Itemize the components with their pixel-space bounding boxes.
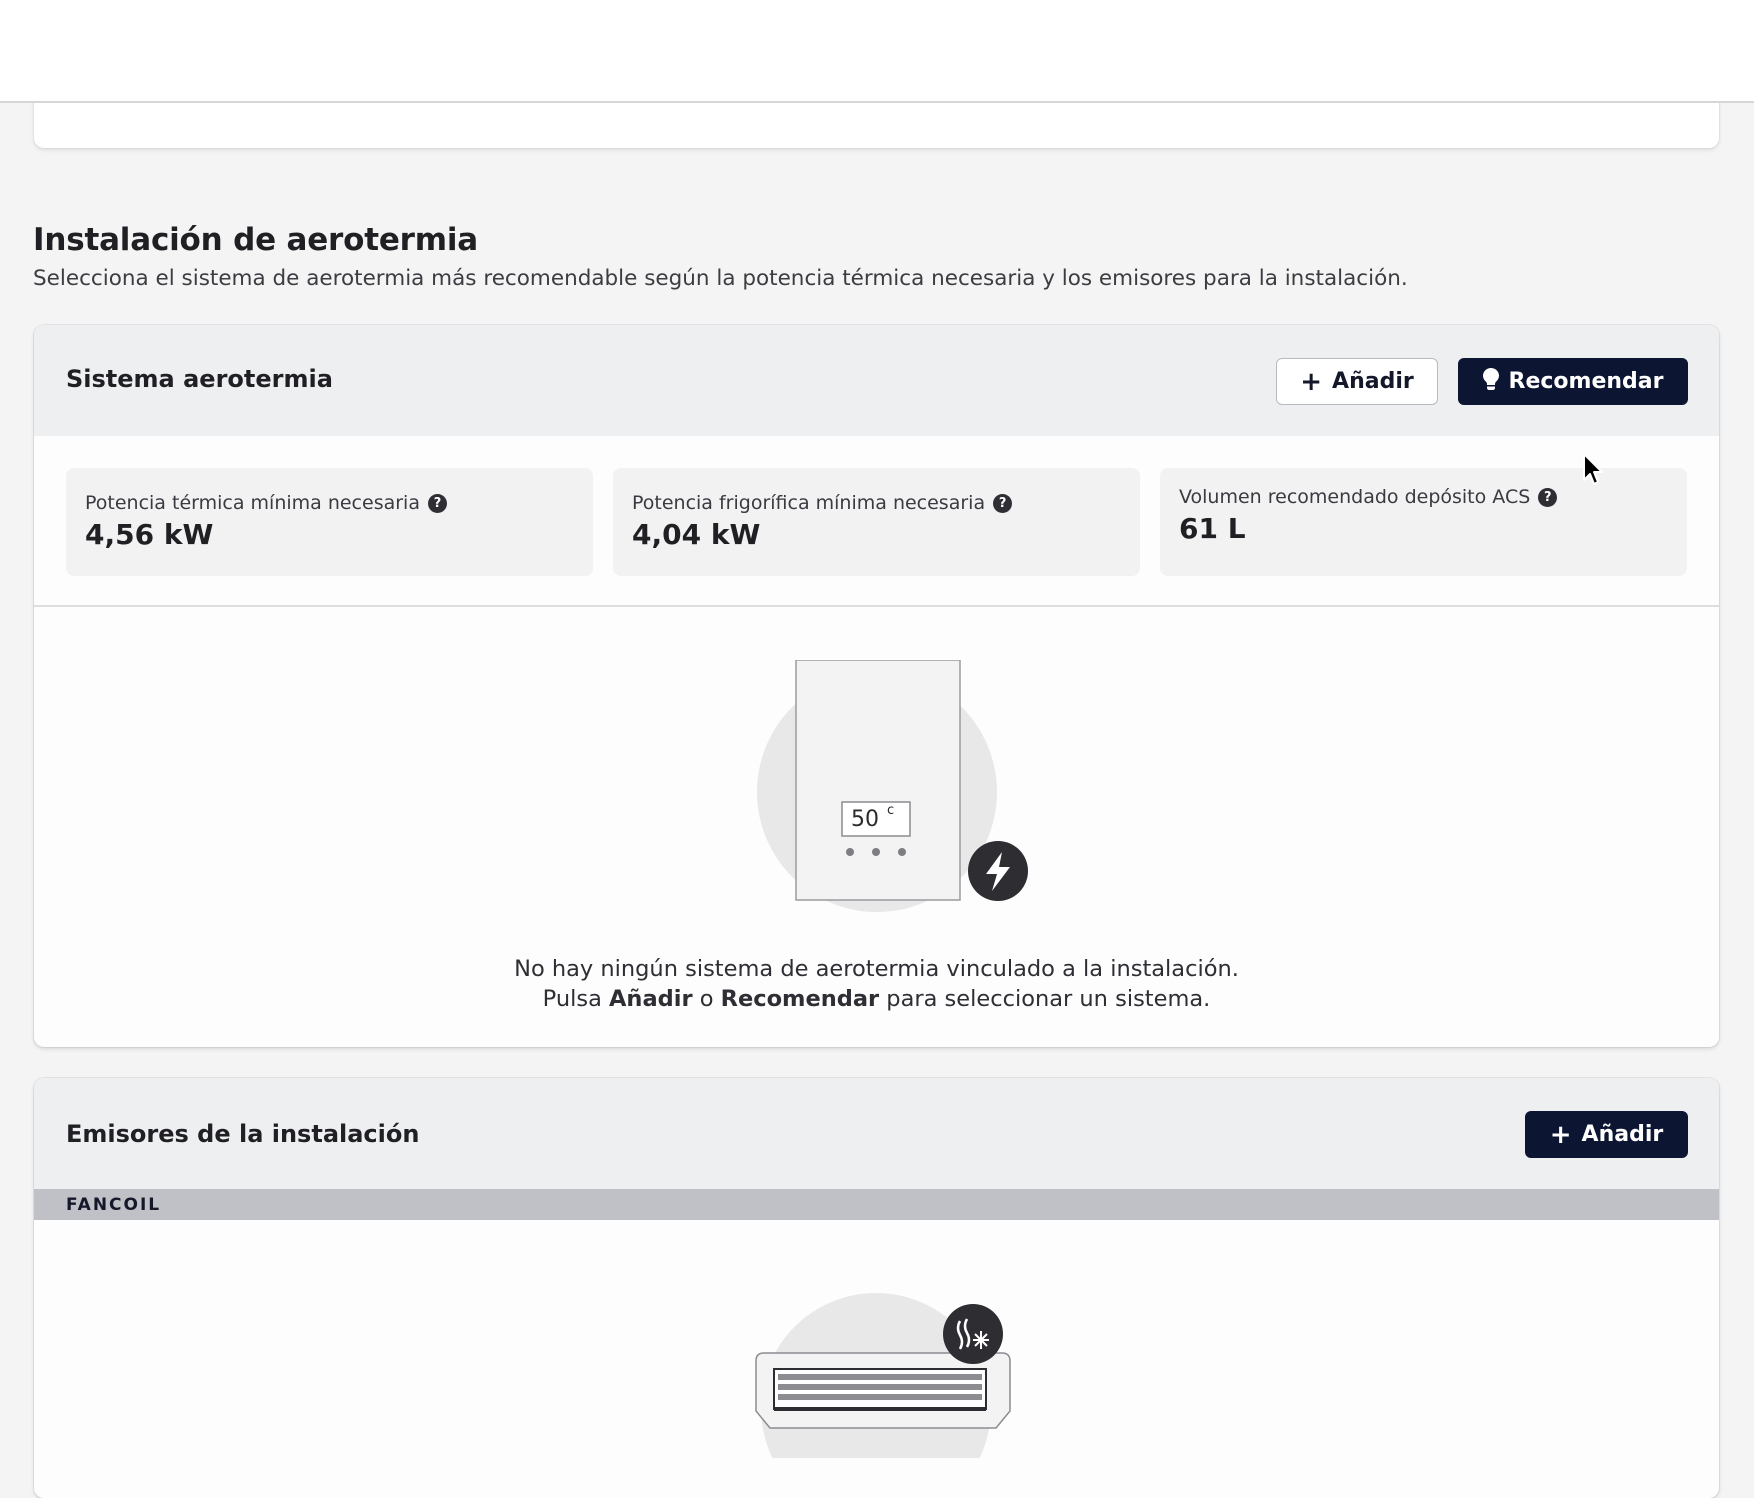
add-emitter-label: Añadir — [1581, 1122, 1664, 1147]
emisores-card-header: Emisores de la instalación + Añadir — [34, 1078, 1719, 1189]
recommend-label: Recomendar — [1508, 369, 1664, 394]
empty-or: o — [699, 986, 714, 1012]
stat-label-wrap: Potencia térmica mínima necesaria ? — [85, 492, 447, 514]
stat-label: Volumen recomendado depósito ACS — [1179, 486, 1531, 508]
stat-label: Potencia frigorífica mínima necesaria — [632, 492, 986, 514]
stat-potencia-frigorifica: Potencia frigorífica mínima necesaria ? … — [613, 468, 1140, 576]
help-icon[interactable]: ? — [1538, 487, 1558, 507]
plus-icon: + — [1549, 1119, 1572, 1150]
empty-add-emphasis: Añadir — [609, 986, 693, 1012]
sistema-card-title: Sistema aerotermia — [66, 365, 333, 393]
lightbulb-icon — [1482, 367, 1499, 396]
stat-value: 4,04 kW — [632, 518, 761, 551]
stat-volumen-acs: Volumen recomendado depósito ACS ? 61 L — [1160, 468, 1687, 576]
sistema-card-header: Sistema aerotermia + Añadir Recomendar — [34, 325, 1719, 436]
stats-row: Potencia térmica mínima necesaria ? 4,56… — [34, 436, 1719, 607]
stat-label-wrap: Potencia frigorífica mínima necesaria ? — [632, 492, 1013, 514]
display-unit: c — [887, 803, 895, 818]
empty-suffix: para seleccionar un sistema. — [886, 986, 1211, 1012]
empty-line-1: No hay ningún sistema de aerotermia vinc… — [514, 956, 1239, 982]
fancoil-group-header: FANCOIL — [34, 1189, 1719, 1220]
empty-line-2: Pulsa Añadir o Recomendar para seleccion… — [34, 984, 1719, 1014]
empty-prefix: Pulsa — [542, 986, 602, 1012]
stat-value: 4,56 kW — [85, 518, 214, 551]
top-bar — [0, 0, 1754, 103]
stat-potencia-termica: Potencia térmica mínima necesaria ? 4,56… — [66, 468, 593, 576]
mouse-cursor-icon — [1582, 452, 1606, 492]
fancoil-illustration — [734, 1283, 1034, 1498]
section-description: Selecciona el sistema de aerotermia más … — [33, 266, 1408, 291]
stat-label: Potencia térmica mínima necesaria — [85, 492, 420, 514]
empty-state-message: No hay ningún sistema de aerotermia vinc… — [34, 954, 1719, 1014]
empty-recommend-emphasis: Recomendar — [720, 986, 880, 1012]
display-temperature: 50 — [851, 807, 879, 832]
recommend-button[interactable]: Recomendar — [1458, 358, 1688, 405]
emisores-card-title: Emisores de la instalación — [66, 1120, 420, 1148]
help-icon[interactable]: ? — [993, 493, 1013, 513]
help-icon[interactable]: ? — [427, 493, 447, 513]
emisores-card: Emisores de la instalación + Añadir FANC… — [34, 1078, 1719, 1498]
stat-value: 61 L — [1179, 512, 1246, 545]
add-system-label: Añadir — [1332, 369, 1414, 394]
section-title: Instalación de aerotermia — [33, 222, 479, 258]
sistema-aerotermia-card: Sistema aerotermia + Añadir Recomendar P… — [34, 325, 1719, 1047]
plus-icon: + — [1300, 366, 1323, 397]
fancoil-group-label: FANCOIL — [66, 1195, 162, 1215]
add-emitter-button[interactable]: + Añadir — [1525, 1111, 1688, 1158]
add-system-button[interactable]: + Añadir — [1276, 358, 1438, 405]
stat-label-wrap: Volumen recomendado depósito ACS ? — [1179, 486, 1558, 508]
heat-pump-illustration: 50 c — [754, 659, 1034, 920]
